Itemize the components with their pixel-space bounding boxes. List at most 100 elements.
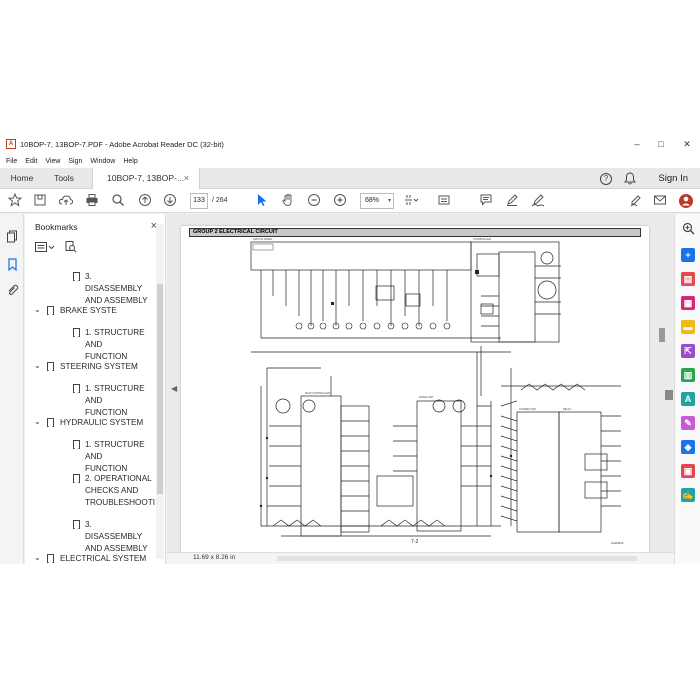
account-icon[interactable] <box>678 193 694 209</box>
bookmark-item[interactable]: TROUBLESHOOTING <box>57 260 150 261</box>
zoom-search-icon[interactable] <box>110 193 126 209</box>
bookmark-item[interactable]: 3. DISASSEMBLY AND ASSEMBLY <box>57 271 150 305</box>
bookmarks-scrollbar[interactable] <box>156 224 164 559</box>
bookmark-section[interactable]: ⌄ BRAKE SYSTE <box>34 305 150 317</box>
highlight-pen-icon[interactable] <box>504 193 520 209</box>
bookmark-label-line: BRAKE SYSTE <box>60 306 117 315</box>
bookmark-section[interactable]: ⌄ ELECTRICAL SYSTEM <box>34 553 150 564</box>
upload-cloud-icon[interactable] <box>58 193 74 209</box>
close-window-button[interactable]: ✕ <box>676 134 698 154</box>
horizontal-scrollbar[interactable] <box>277 556 637 561</box>
page-size-bar: 11.69 x 8.26 in <box>167 552 675 564</box>
bookmarks-icon[interactable] <box>6 258 19 272</box>
menu-window[interactable]: Window <box>90 158 115 165</box>
send-for-signature-icon[interactable]: ✍ <box>681 488 695 502</box>
comment-tool-icon[interactable]: ▬ <box>681 320 695 334</box>
tab-home[interactable]: Home <box>0 168 44 189</box>
fit-page-icon[interactable] <box>404 193 420 209</box>
expand-right-panel-handle[interactable] <box>665 390 673 400</box>
attachments-paperclip-icon[interactable] <box>6 284 19 297</box>
bookmark-item[interactable]: 3. DISASSEMBLY AND ASSEMBLY <box>57 519 150 553</box>
bookmark-label-line: 1. STRUCTURE AND <box>85 328 145 349</box>
zoom-level-select[interactable]: 68% ▾ <box>360 193 394 209</box>
chevron-down-icon[interactable]: ⌄ <box>34 360 41 372</box>
chevron-down-icon[interactable]: ⌄ <box>34 416 41 428</box>
fill-sign-icon[interactable] <box>530 193 546 209</box>
bookmark-section[interactable]: ⌄ STEERING SYSTEM <box>34 361 150 373</box>
bookmark-label-line: 3. DISASSEMBLY <box>85 272 143 293</box>
bookmark-item[interactable]: 1. STRUCTURE AND FUNCTION <box>57 327 150 361</box>
comment-icon[interactable] <box>478 193 494 209</box>
bookmark-item[interactable]: 1. STRUCTURE AND FUNCTION <box>57 383 150 417</box>
close-tab-icon[interactable]: × <box>184 168 189 189</box>
previous-page-icon[interactable] <box>137 193 153 209</box>
chevron-down-icon[interactable]: ⌄ <box>34 304 41 316</box>
bookmark-icon <box>47 306 54 315</box>
find-bookmark-icon[interactable] <box>65 241 77 255</box>
bookmark-label-line: 1. STRUCTURE AND <box>85 440 145 461</box>
menu-edit[interactable]: Edit <box>25 158 37 165</box>
bookmark-icon <box>73 440 80 449</box>
document-scrollbar-thumb[interactable] <box>659 328 665 342</box>
maximize-button[interactable]: □ <box>650 134 672 154</box>
bookmark-options-icon[interactable] <box>35 242 55 254</box>
menu-file[interactable]: File <box>6 158 17 165</box>
bookmark-label: ELECTRICAL SYSTEM <box>60 553 146 564</box>
bookmarks-scrollbar-thumb[interactable] <box>157 284 163 494</box>
hand-tool-icon[interactable] <box>280 193 296 209</box>
tab-document[interactable]: 10BOP-7, 13BOP-... × <box>92 168 200 189</box>
bookmark-label-line: TROUBLESHOOTING <box>85 260 155 261</box>
bookmark-section[interactable]: ⌄ HYDRAULIC SYSTEM <box>34 417 150 429</box>
chevron-down-icon[interactable]: ⌄ <box>34 552 41 564</box>
save-icon[interactable] <box>7 192 23 209</box>
next-page-icon[interactable] <box>162 193 178 209</box>
menu-help[interactable]: Help <box>123 158 137 165</box>
help-icon[interactable]: ? <box>600 173 612 185</box>
export-pdf-icon[interactable]: ⇱ <box>681 344 695 358</box>
select-cursor-icon[interactable] <box>254 193 270 209</box>
zoom-out-icon[interactable] <box>306 193 322 209</box>
bookmark-label: 1. STRUCTURE AND FUNCTION <box>85 439 150 475</box>
tab-tools[interactable]: Tools <box>44 168 84 189</box>
bookmark-item[interactable]: 1. STRUCTURE AND FUNCTION <box>57 439 150 473</box>
bookmark-star-icon[interactable] <box>32 193 48 209</box>
print-icon[interactable] <box>84 193 100 209</box>
main-toolbar: 133 / 264 68% ▾ <box>0 189 700 213</box>
chevron-down-icon: ▾ <box>387 198 391 204</box>
bookmarks-tools <box>35 240 77 256</box>
combine-files-icon[interactable]: ▤ <box>681 272 695 286</box>
svg-text:DRIVE UNIT: DRIVE UNIT <box>419 395 434 399</box>
protect-shield-icon[interactable]: ◈ <box>681 440 695 454</box>
collapse-panel-arrow-icon[interactable]: ◀ <box>171 384 177 393</box>
bookmark-label: 3. DISASSEMBLY AND ASSEMBLY <box>85 271 150 307</box>
bookmarks-panel-title: Bookmarks <box>35 222 78 232</box>
minimize-button[interactable]: – <box>626 134 648 154</box>
document-view[interactable]: ◀ GROUP 2 ELECTRICAL CIRCUIT SWITCH PANE… <box>167 214 675 564</box>
bookmark-item[interactable]: 2. OPERATIONAL CHECKS AND TROUBLESHOOTING <box>57 473 155 509</box>
notifications-bell-icon[interactable] <box>624 172 636 188</box>
bookmark-icon <box>47 418 54 427</box>
document-scrollbar[interactable] <box>658 214 666 552</box>
scan-ocr-icon[interactable]: A <box>681 392 695 406</box>
page-thumbnails-icon[interactable] <box>6 230 19 243</box>
menu-sign[interactable]: Sign <box>68 158 82 165</box>
search-tools-icon[interactable] <box>681 222 695 236</box>
bookmark-label-line: 3. DISASSEMBLY <box>85 520 143 541</box>
bookmarks-panel: Bookmarks × TROUBLESHOOTING3. DISASSEMBL… <box>25 214 166 564</box>
create-pdf-icon[interactable]: + <box>681 248 695 262</box>
organize-pages-icon[interactable]: ▦ <box>681 296 695 310</box>
bookmark-icon <box>73 384 80 393</box>
menu-view[interactable]: View <box>45 158 60 165</box>
sign-document-icon[interactable] <box>628 193 644 209</box>
svg-text:HARNESS: HARNESS <box>611 541 624 545</box>
zoom-in-icon[interactable] <box>332 193 348 209</box>
page-number-input[interactable]: 133 <box>190 193 208 209</box>
scroll-mode-icon[interactable] <box>436 193 452 209</box>
sign-in-button[interactable]: Sign In <box>658 168 688 189</box>
edit-pdf-icon[interactable]: ▥ <box>681 368 695 382</box>
right-tools-rail: + ▤ ▦ ▬ ⇱ ▥ A ✎ ◈ ▣ ✍ <box>674 214 700 564</box>
compress-pdf-icon[interactable]: ▣ <box>681 464 695 478</box>
bookmark-label: 1. STRUCTURE AND FUNCTION <box>85 383 150 419</box>
email-icon[interactable] <box>652 193 668 209</box>
fill-and-sign-icon[interactable]: ✎ <box>681 416 695 430</box>
